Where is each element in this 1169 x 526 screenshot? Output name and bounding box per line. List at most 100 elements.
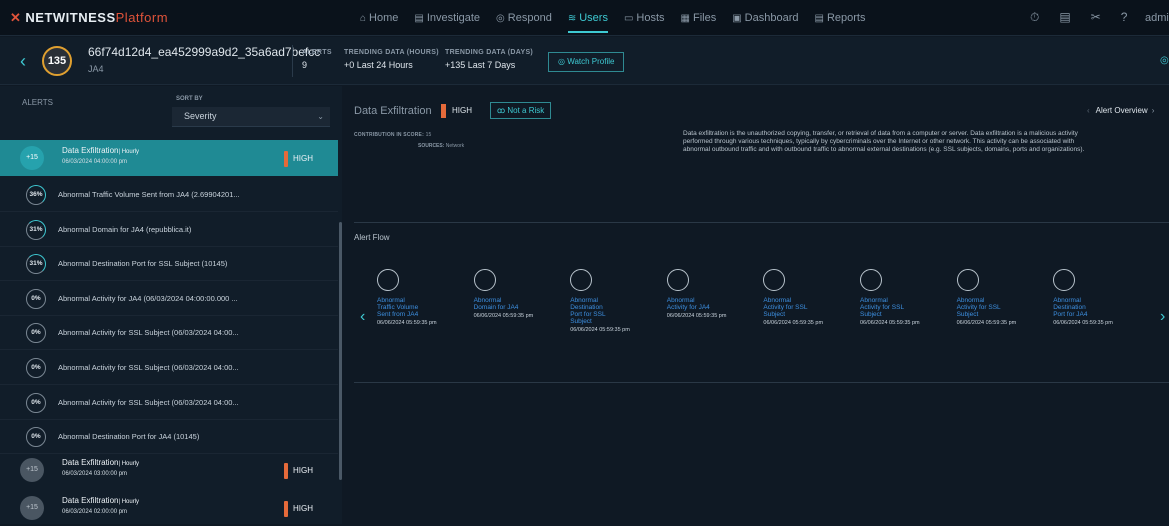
- alerts-panel: ALERTS SORT BY Severity ⌄ +15 Data Exfilt…: [0, 86, 342, 524]
- flow-node-title-line: Abnormal: [377, 297, 405, 304]
- indicator-score-ring: 0%: [26, 323, 46, 344]
- alert-frequency: | Hourly: [118, 499, 140, 505]
- indicator-row[interactable]: 31% Abnormal Domain for JA4 (repubblica.i…: [0, 213, 338, 247]
- alert-flow-title: Alert Flow: [354, 233, 390, 242]
- expand-plus-icon[interactable]: [473, 269, 496, 291]
- back-chevron-icon[interactable]: ‹: [20, 51, 26, 72]
- indicator-row[interactable]: 36% Abnormal Traffic Volume Sent from JA4…: [0, 178, 338, 212]
- indicator-score-ring: 31%: [26, 219, 46, 240]
- indicator-row[interactable]: 0% Abnormal Activity for JA4 (06/03/2024 …: [0, 282, 338, 316]
- alert-title: Data Exfiltration| Hourly: [62, 146, 139, 155]
- flow-node-title[interactable]: Abnormal Activity for SSL Subject: [763, 297, 833, 318]
- watch-profile-label: Watch Profile: [567, 57, 615, 66]
- top-icons: ⏱ ▤ ✂ ?: [1030, 10, 1127, 25]
- help-icon[interactable]: ?: [1121, 10, 1128, 25]
- alert-date: 06/03/2024 04:00:00 pm: [62, 159, 128, 165]
- alert-overview-nav[interactable]: ‹ Alert Overview ›: [1087, 106, 1154, 115]
- alerts-stat-value: 9: [302, 60, 308, 70]
- flow-node-date: 06/06/2024 05:59:35 pm: [1053, 320, 1113, 326]
- sort-select[interactable]: Severity ⌄: [172, 107, 330, 127]
- indicator-row[interactable]: 0% Abnormal Destination Port for JA4 (101…: [0, 420, 338, 455]
- sources: SOURCES: Network: [418, 143, 464, 149]
- flow-node-title-line: Activity for SSL: [956, 304, 1001, 311]
- alert-description: Data exfiltration is the unauthorized co…: [683, 130, 1169, 154]
- expand-plus-icon[interactable]: [1053, 269, 1076, 291]
- alert-overview-label: Alert Overview: [1095, 106, 1148, 115]
- watch-profile-button[interactable]: ◎ Watch Profile: [548, 52, 625, 72]
- flow-node-title[interactable]: Abnormal Destination Port for SSL Subject: [570, 297, 640, 325]
- divider: [354, 382, 1169, 383]
- indicator-row[interactable]: 0% Abnormal Activity for SSL Subject (06/…: [0, 316, 338, 351]
- alert-row[interactable]: +15 Data Exfiltration| Hourly 06/03/2024 0…: [0, 490, 338, 526]
- flow-prev-chevron-icon[interactable]: ‹: [360, 308, 365, 326]
- user-menu[interactable]: admin: [1145, 12, 1169, 24]
- not-a-risk-label: Not a Risk: [507, 106, 545, 115]
- flow-node-title-line: Destination: [570, 304, 603, 311]
- dashboard-icon: ▣: [732, 13, 742, 24]
- alert-list-scrollbar[interactable]: [339, 222, 342, 480]
- respond-icon: ◎: [496, 13, 505, 24]
- alert-severity: HIGH: [293, 504, 313, 513]
- alert-severity: HIGH: [293, 154, 313, 163]
- expand-plus-icon[interactable]: [860, 269, 882, 291]
- tools-icon[interactable]: ✂: [1091, 10, 1101, 25]
- top-bar: ✕ NETWITNESSPlatform ⌂ Home ▤ Investigate ◎ Re…: [0, 0, 1169, 36]
- expand-plus-icon[interactable]: [377, 269, 399, 291]
- severity-indicator: [284, 501, 288, 517]
- indicator-row[interactable]: 0% Abnormal Activity for SSL Subject (06/…: [0, 351, 338, 385]
- alert-title: Data Exfiltration: [354, 105, 432, 117]
- nav-users[interactable]: ≋ Users: [567, 12, 608, 33]
- nav-label: Reports: [826, 12, 866, 24]
- nav-dashboard[interactable]: ▣ Dashboard: [732, 12, 798, 33]
- alert-title-text: Data Exfiltration: [62, 496, 119, 505]
- chevron-right-icon[interactable]: ›: [1152, 106, 1155, 115]
- trend-hours-stat: TRENDING DATA (HOURS) +0 Last 24 Hours: [344, 49, 439, 70]
- nav-home[interactable]: ⌂ Home: [360, 12, 398, 33]
- expand-plus-icon[interactable]: [666, 269, 689, 291]
- nav-label: Files: [692, 12, 717, 24]
- settings-edge-icon[interactable]: ◎: [1160, 55, 1169, 66]
- description-line: performed through various techniques, ty…: [683, 138, 1075, 145]
- flow-node-title-line: Activity for JA4: [666, 304, 710, 311]
- nav-hosts[interactable]: ▭ Hosts: [624, 12, 665, 33]
- flow-node-title[interactable]: Abnormal Destination Port for JA4: [1053, 297, 1123, 318]
- alert-score-bubble: +15: [20, 496, 44, 520]
- sort-select-value: Severity: [184, 111, 217, 121]
- expand-plus-icon[interactable]: [570, 269, 593, 291]
- alert-score-bubble: +15: [20, 458, 44, 482]
- timer-icon[interactable]: ⏱: [1030, 10, 1039, 25]
- flow-node-title[interactable]: Abnormal Domain for JA4: [474, 297, 544, 311]
- nav-reports[interactable]: ▤ Reports: [815, 12, 866, 33]
- nav-investigate[interactable]: ▤ Investigate: [414, 12, 480, 33]
- flow-node-title[interactable]: Abnormal Activity for SSL Subject: [957, 297, 1027, 318]
- flow-node-title[interactable]: Abnormal Traffic Volume Sent from JA4: [377, 297, 447, 318]
- flow-node-title[interactable]: Abnormal Activity for JA4: [667, 297, 737, 311]
- indicator-label: Abnormal Activity for JA4 (06/03/2024 04…: [58, 293, 238, 303]
- eye-icon: ◎: [558, 57, 568, 66]
- alert-row[interactable]: +15 Data Exfiltration| Hourly 06/03/2024 0…: [0, 140, 338, 176]
- indicator-score-ring: 0%: [26, 427, 46, 448]
- indicator-row[interactable]: 0% Abnormal Activity for SSL Subject (06/…: [0, 386, 338, 420]
- brand-name: NETWITNESS: [25, 10, 116, 25]
- flow-node-date: 06/06/2024 05:59:35 pm: [570, 327, 630, 333]
- flow-node-date: 06/06/2024 05:59:35 pm: [666, 313, 727, 319]
- indicator-score-ring: 0%: [26, 392, 46, 413]
- flow-node-date: 06/06/2024 05:59:35 pm: [763, 320, 824, 326]
- flow-node-title-line: Activity for SSL: [763, 304, 808, 311]
- nav-files[interactable]: ▦ Files: [681, 12, 717, 33]
- netwitness-logo[interactable]: ✕ NETWITNESSPlatform: [10, 10, 168, 26]
- notes-icon[interactable]: ▤: [1059, 10, 1070, 25]
- not-a-risk-button[interactable]: ꝏ Not a Risk: [490, 102, 552, 119]
- reports-icon: ▤: [814, 13, 824, 24]
- nav-respond[interactable]: ◎ Respond: [496, 12, 552, 33]
- indicator-label: Abnormal Destination Port for SSL Subjec…: [58, 259, 228, 269]
- flow-node-title-line: Port for SSL: [570, 311, 606, 318]
- expand-plus-icon[interactable]: [763, 269, 786, 291]
- flow-node-title-line: Abnormal: [570, 297, 599, 304]
- flow-next-chevron-icon[interactable]: ›: [1160, 308, 1165, 326]
- alert-row[interactable]: +15 Data Exfiltration| Hourly 06/03/2024 0…: [0, 452, 338, 488]
- indicator-row[interactable]: 31% Abnormal Destination Port for SSL Sub…: [0, 247, 338, 282]
- flow-node-title[interactable]: Abnormal Activity for SSL Subject: [860, 297, 930, 318]
- chevron-left-icon[interactable]: ‹: [1087, 106, 1090, 115]
- expand-plus-icon[interactable]: [956, 269, 979, 291]
